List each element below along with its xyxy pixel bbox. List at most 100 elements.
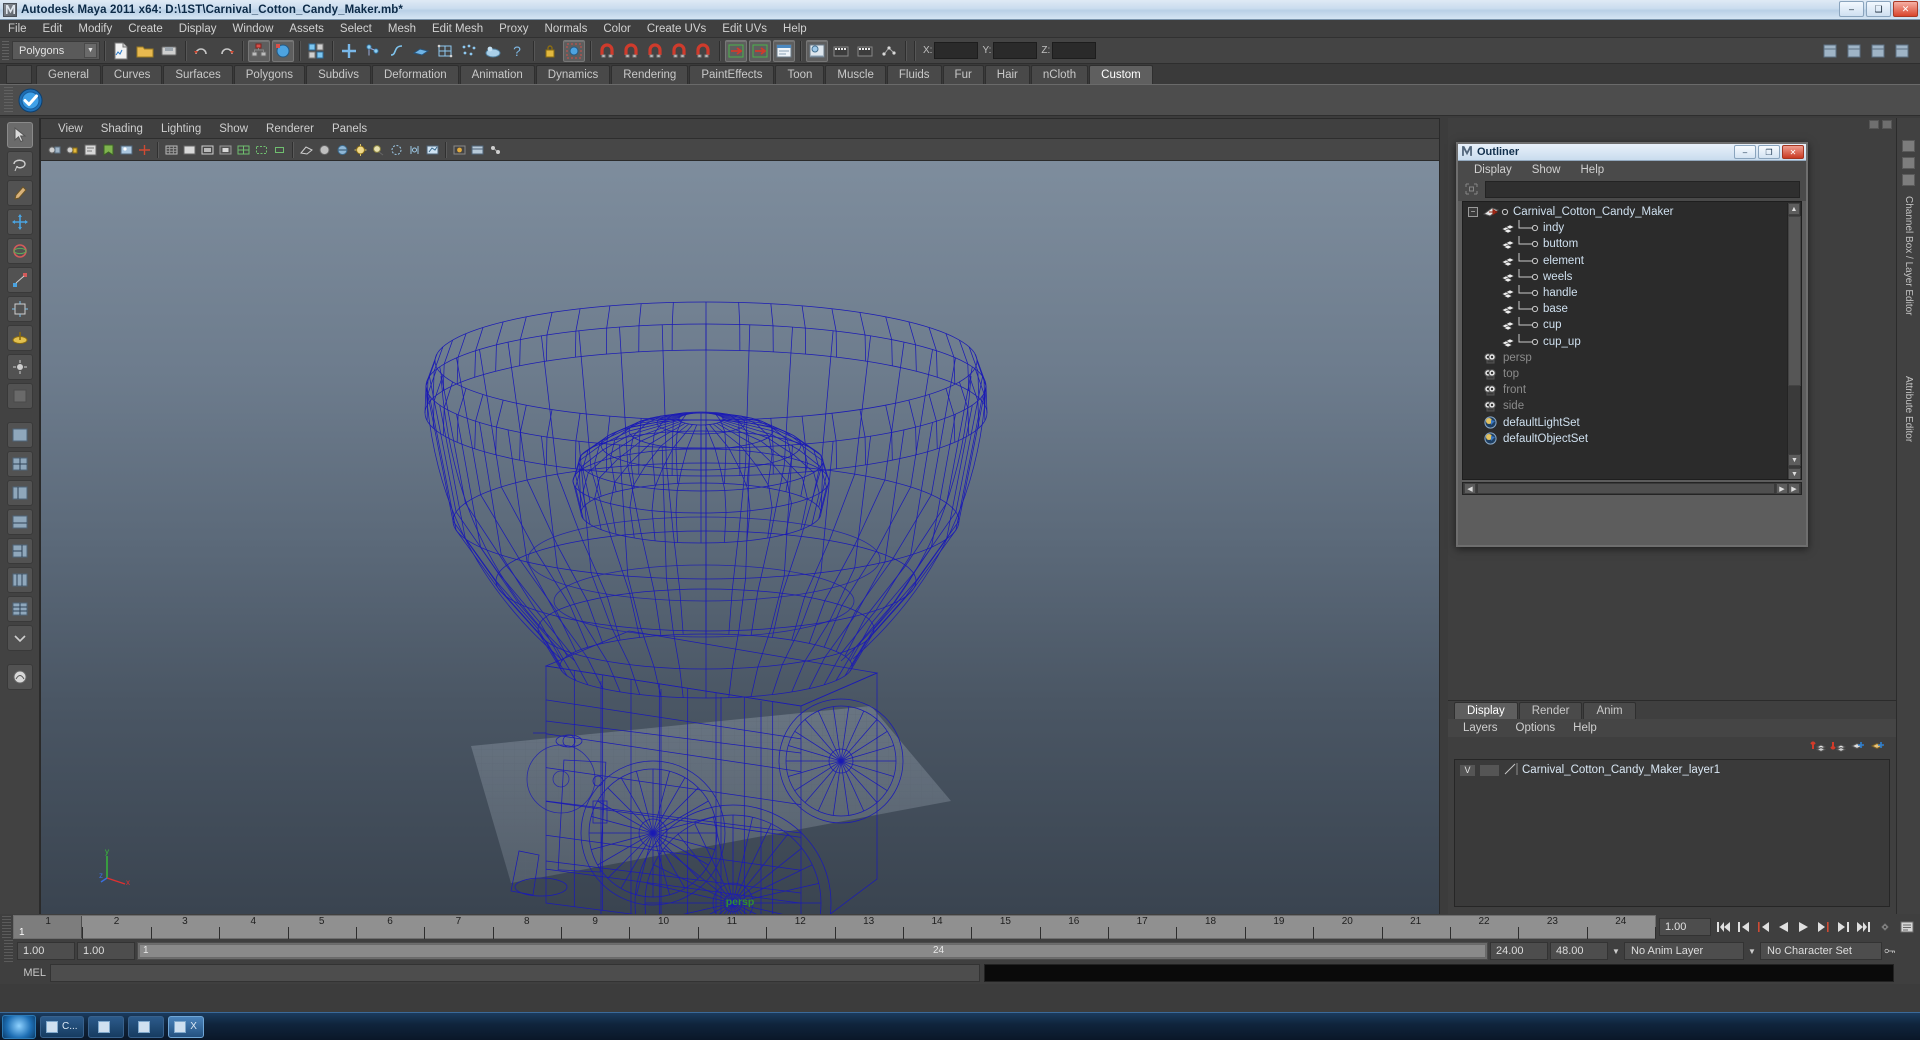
- layer-menu-layers[interactable]: Layers: [1454, 722, 1507, 734]
- camera-settings-icon[interactable]: [469, 142, 485, 158]
- outliner-menu-show[interactable]: Show: [1522, 164, 1571, 176]
- toolbox-four-view-layout[interactable]: [7, 451, 33, 477]
- toolbox-paint-effects-canvas-icon[interactable]: [7, 664, 33, 690]
- shelf-grip[interactable]: [4, 87, 13, 113]
- layer-editor-tab-display[interactable]: Display: [1454, 702, 1518, 719]
- toolbox-scale-tool[interactable]: [7, 267, 33, 293]
- time-slider-grip[interactable]: [2, 916, 11, 938]
- coord-z-input[interactable]: [1052, 42, 1096, 59]
- selection-mask-icon[interactable]: [563, 40, 585, 62]
- layer-menu-options[interactable]: Options: [1507, 722, 1565, 734]
- viewport-menu-panels[interactable]: Panels: [323, 123, 376, 135]
- viewport-menu-view[interactable]: View: [49, 123, 92, 135]
- collapse-expander-icon[interactable]: −: [1465, 207, 1481, 217]
- outliner-row[interactable]: base: [1463, 301, 1801, 317]
- scroll-right-arrow-icon[interactable]: ▶: [1776, 483, 1788, 494]
- layer-menu-help[interactable]: Help: [1564, 722, 1606, 734]
- hypershade-icon[interactable]: [878, 40, 900, 62]
- toolbox-lasso-tool[interactable]: [7, 151, 33, 177]
- shelf-tab-surfaces[interactable]: Surfaces: [163, 65, 232, 84]
- display-layer-list[interactable]: VCarnival_Cotton_Candy_Maker_layer1: [1454, 759, 1890, 907]
- character-set-dropdown[interactable]: No Character Set: [1760, 942, 1882, 960]
- close-button[interactable]: ✕: [1893, 1, 1918, 17]
- range-end-field[interactable]: 24.00: [1490, 942, 1548, 960]
- taskbar-item[interactable]: C...: [40, 1016, 84, 1038]
- anim-layer-dropdown[interactable]: No Anim Layer: [1624, 942, 1744, 960]
- outliner-vertical-scrollbar[interactable]: ▲ ▼ ▼: [1787, 203, 1800, 480]
- render-settings-icon[interactable]: [854, 40, 876, 62]
- selection-mask-list-icon[interactable]: [305, 40, 327, 62]
- undo-icon[interactable]: [191, 40, 213, 62]
- range-slider-bar[interactable]: 1 24: [137, 942, 1488, 960]
- layer-editor-tab-anim[interactable]: Anim: [1583, 702, 1635, 719]
- safe-title-icon[interactable]: [271, 142, 287, 158]
- scroll-down-arrow-icon[interactable]: ▼: [1788, 454, 1801, 466]
- new-layer-from-selected-icon[interactable]: [1870, 739, 1886, 756]
- viewport-menu-shading[interactable]: Shading: [92, 123, 152, 135]
- outliner-hscroll-track[interactable]: [1477, 483, 1775, 494]
- toolbox-persp-hypershade-layout[interactable]: [7, 538, 33, 564]
- faces-icon[interactable]: [410, 40, 432, 62]
- tool-settings-icon[interactable]: [1867, 40, 1889, 62]
- select-camera-icon[interactable]: [46, 142, 62, 158]
- channel-box-rail-icon[interactable]: [1869, 120, 1879, 129]
- coord-x-input[interactable]: [934, 42, 978, 59]
- toolbox-universal-manipulator-tool[interactable]: [7, 296, 33, 322]
- lines-icon[interactable]: [386, 40, 408, 62]
- smooth-shade-icon[interactable]: [316, 142, 332, 158]
- ipr-render-icon[interactable]: [830, 40, 852, 62]
- resolution-gate-icon[interactable]: [199, 142, 215, 158]
- playback-speed-field[interactable]: 1.00: [1659, 918, 1711, 936]
- shaded-textured-icon[interactable]: [334, 142, 350, 158]
- toolbox-single-perspective-layout[interactable]: [7, 422, 33, 448]
- scroll-up-arrow-icon[interactable]: ▲: [1788, 203, 1800, 215]
- step-forward-frame-icon[interactable]: [1813, 917, 1833, 937]
- coord-y-input[interactable]: [993, 42, 1037, 59]
- scroll-right-page-icon[interactable]: ▶: [1788, 483, 1800, 494]
- menu-item-window[interactable]: Window: [224, 22, 281, 36]
- key-all-icon[interactable]: [1884, 942, 1896, 960]
- display-layer-row[interactable]: VCarnival_Cotton_Candy_Maker_layer1: [1455, 762, 1889, 778]
- chevron-down-icon[interactable]: ▼: [84, 43, 97, 58]
- play-forwards-icon[interactable]: [1793, 917, 1813, 937]
- outliner-row[interactable]: side: [1463, 398, 1801, 414]
- menu-item-assets[interactable]: Assets: [281, 22, 332, 36]
- lattice-icon[interactable]: [434, 40, 456, 62]
- outliner-row[interactable]: defaultObjectSet: [1463, 431, 1801, 447]
- construction-history-icon[interactable]: [773, 40, 795, 62]
- outliner-row[interactable]: front: [1463, 382, 1801, 398]
- render-current-frame-icon[interactable]: [806, 40, 828, 62]
- toolbox-soft-modification-tool[interactable]: [7, 325, 33, 351]
- outliner-row[interactable]: defaultLightSet: [1463, 414, 1801, 430]
- taskbar-item[interactable]: X: [168, 1016, 204, 1038]
- viewport-canvas[interactable]: y x z persp: [41, 161, 1439, 914]
- shelf-options-icon[interactable]: [6, 65, 32, 84]
- menu-item-mesh[interactable]: Mesh: [380, 22, 424, 36]
- mel-command-input[interactable]: [50, 964, 980, 982]
- checkmark-blue-icon[interactable]: [17, 87, 43, 113]
- play-backwards-icon[interactable]: [1773, 917, 1793, 937]
- image-plane-icon[interactable]: [118, 142, 134, 158]
- range-slider-grip[interactable]: [4, 940, 13, 962]
- toolbox-persp-graph-layout[interactable]: [7, 509, 33, 535]
- outliner-row[interactable]: persp: [1463, 350, 1801, 366]
- scroll-page-down-icon[interactable]: ▼: [1788, 468, 1801, 480]
- snap-view-plane-icon[interactable]: [668, 40, 690, 62]
- shelf-tab-deformation[interactable]: Deformation: [372, 65, 459, 84]
- menu-item-edit-mesh[interactable]: Edit Mesh: [424, 22, 491, 36]
- outliner-restore-button[interactable]: ❐: [1758, 145, 1780, 159]
- anim-layer-chevron-down-icon[interactable]: ▼: [1610, 942, 1622, 960]
- command-response-field[interactable]: [984, 964, 1894, 982]
- step-back-frame-icon[interactable]: [1753, 917, 1773, 937]
- help-select-icon[interactable]: ?: [506, 40, 528, 62]
- outliner-scroll-thumb[interactable]: [1788, 216, 1801, 386]
- shelf-tab-polygons[interactable]: Polygons: [234, 65, 305, 84]
- lock-camera-icon[interactable]: [64, 142, 80, 158]
- shelf-tab-ncloth[interactable]: nCloth: [1031, 65, 1088, 84]
- outliner-minimize-button[interactable]: –: [1734, 145, 1756, 159]
- menu-item-edit-uvs[interactable]: Edit UVs: [714, 22, 775, 36]
- shelf-tab-general[interactable]: General: [36, 65, 101, 84]
- toolbox-paint-select-tool[interactable]: [7, 180, 33, 206]
- attribute-editor-toggle-icon[interactable]: [1902, 174, 1915, 186]
- shelf-tab-curves[interactable]: Curves: [102, 65, 162, 84]
